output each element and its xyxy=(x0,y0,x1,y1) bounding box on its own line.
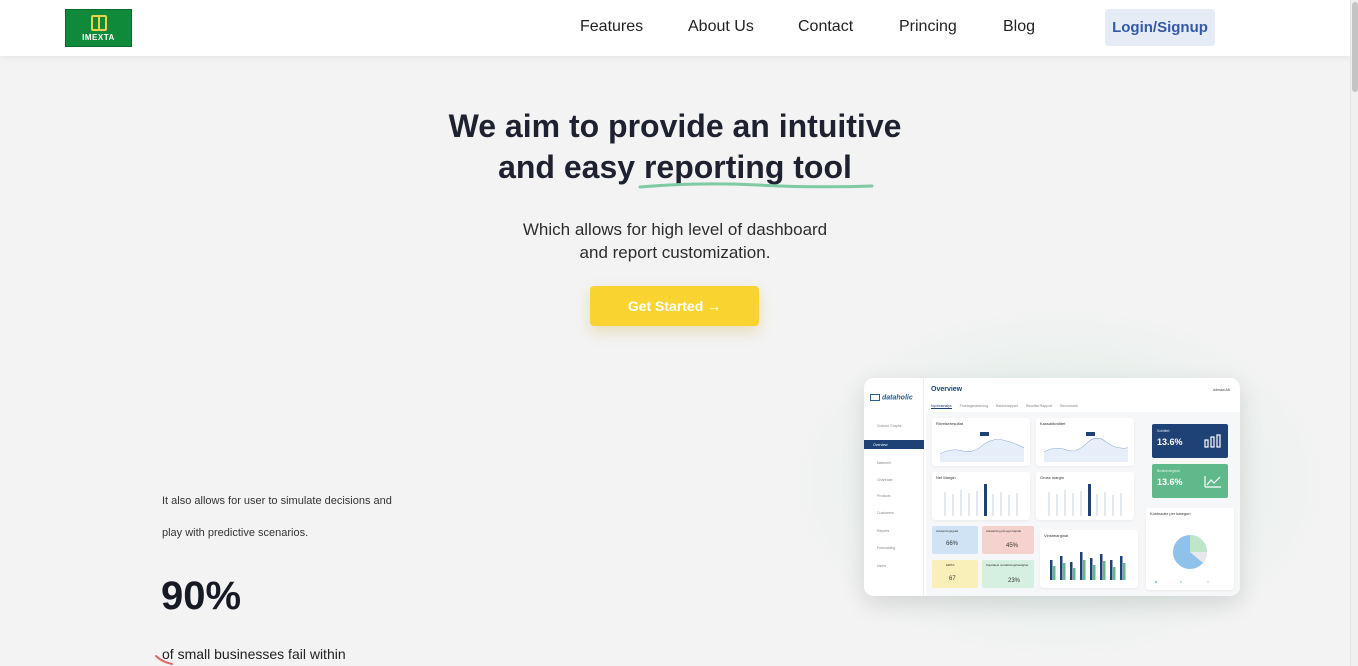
dash-tab-3: Balansrapport xyxy=(996,404,1018,408)
dash-tab-2: Företagsvärdering xyxy=(959,404,989,408)
dash-nav-chartrade: Chartrade xyxy=(877,477,893,482)
dash-nav-products: Products xyxy=(877,493,891,498)
hero-title-prefix: and easy xyxy=(498,149,644,185)
kpi-label: Bruttomarginal xyxy=(1157,469,1180,473)
kpi-value: 13.6% xyxy=(1157,437,1183,447)
nav-pricing[interactable]: Princing xyxy=(899,18,957,36)
kpi-value: 67 xyxy=(949,576,956,582)
dashboard-title: Overview xyxy=(931,386,963,393)
kpi-value: 23% xyxy=(1008,578,1021,584)
monitor-icon xyxy=(870,394,880,401)
hero-title-line2: and easy reporting tool xyxy=(0,147,1350,189)
card-net-margin: Net Margin xyxy=(932,472,1030,520)
dash-tab-1: Nyckelanalys xyxy=(931,404,952,409)
nav-about-us[interactable]: About Us xyxy=(688,18,754,36)
kpi-bruttomarginal: Bruttomarginal 13.6% xyxy=(1152,464,1228,498)
logo-text: IMEXTA xyxy=(82,32,115,42)
kpi-avkastning-eget-kapital: Avkastning på eget kapital 45% xyxy=(982,526,1034,554)
hero-title-highlight: reporting tool xyxy=(638,147,874,189)
page-scrollbar[interactable] xyxy=(1350,0,1358,666)
kpi-value: 66% xyxy=(946,541,959,547)
dash-nav-nationell: Nationell xyxy=(877,460,891,465)
dashboard-tabs: Nyckelanalys Företagsvärdering Balansrap… xyxy=(931,404,1078,409)
hero-title-line1: We aim to provide an intuitive xyxy=(448,108,902,144)
dashboard-brand: dataholic xyxy=(870,394,913,401)
card-title: Gross margin xyxy=(1040,475,1065,480)
kpi-label: Avkastningsgrad xyxy=(936,529,959,533)
kpi-soliditet: Soliditet 13.6% xyxy=(1152,424,1228,458)
dash-nav-customers: Customers xyxy=(877,510,894,515)
grouped-bar-chart-mini xyxy=(1050,552,1126,580)
card-title: Vinstmarginal xyxy=(1044,533,1069,538)
kpi-value: 13.6% xyxy=(1157,477,1183,487)
kpi-label: EBITA xyxy=(946,563,955,567)
site-header: IMEXTA Features About Us Contact Princin… xyxy=(0,0,1350,56)
stat-percentage: 90% xyxy=(161,574,242,618)
kpi-label: Kapitalets omsättningshastighet xyxy=(986,563,1029,567)
login-signup-button[interactable]: Login/Signup xyxy=(1105,9,1215,46)
kpi-ebita: EBITA 67 xyxy=(932,560,978,588)
kpi-label: Soliditet xyxy=(1157,429,1170,433)
dash-tab-4: Resultat Rapport xyxy=(1025,404,1053,408)
dash-nav-forecasting: Forecasting xyxy=(877,545,896,550)
kpi-value: 45% xyxy=(1006,543,1019,549)
dash-nav-users: Users xyxy=(877,563,887,568)
dashboard-brand-text: dataholic xyxy=(882,394,913,402)
card-kassalikviditet: Kassalikviditet xyxy=(1036,418,1134,466)
card-title: Kostnader per kategori xyxy=(1150,511,1191,516)
dashboard-sidebar: dataholic Custom Graphs Overview Natione… xyxy=(864,378,924,596)
scrollbar-thumb[interactable] xyxy=(1352,2,1358,92)
card-kostnader-per-kategori: Kostnader per kategori xyxy=(1146,508,1234,590)
stats-text-line2: play with predictive scenarios. xyxy=(162,527,309,539)
logo-emblem-icon xyxy=(90,14,107,31)
highlight-underline xyxy=(638,182,874,189)
nav-contact[interactable]: Contact xyxy=(798,18,853,36)
kpi-label: Avkastning på eget kapital xyxy=(986,529,1021,533)
dash-nav-overview: Overview xyxy=(864,440,924,449)
card-gross-margin: Gross margin xyxy=(1036,472,1134,520)
pie-chart-mini xyxy=(1154,535,1210,584)
get-started-button[interactable]: Get Started → xyxy=(590,286,759,326)
imexta-logo[interactable]: IMEXTA xyxy=(65,9,132,47)
bar-chart-icon xyxy=(1204,434,1221,448)
stats-text-line1: It also allows for user to simulate deci… xyxy=(162,495,392,507)
kpi-kapitalets-omsattning: Kapitalets omsättningshastighet 23% xyxy=(982,560,1034,588)
kpi-avkastningsgrad: Avkastningsgrad 66% xyxy=(932,526,978,554)
card-title: Kassalikviditet xyxy=(1040,421,1066,426)
card-vinstmarginal: Vinstmarginal xyxy=(1040,530,1138,588)
hero-subtitle-line2: and report customization. xyxy=(579,243,771,262)
card-title: Rörelseresultat xyxy=(936,421,963,426)
dashboard-company: Adessa AB xyxy=(1212,388,1230,392)
stat-caption: of small businesses fail within xyxy=(162,646,346,662)
card-rorelseresultat: Rörelseresultat xyxy=(932,418,1030,466)
dash-tab-5: Benchmark xyxy=(1060,404,1078,408)
dash-nav-custom-graphs: Custom Graphs xyxy=(877,423,902,428)
dash-nav-reports: Reports xyxy=(877,528,890,533)
dashboard-preview: dataholic Custom Graphs Overview Natione… xyxy=(864,378,1240,596)
dashboard-content: Rörelseresultat Kassalikviditet Net Marg… xyxy=(926,412,1240,596)
nav-features[interactable]: Features xyxy=(580,18,643,36)
card-title: Net Margin xyxy=(936,475,956,480)
hero-subtitle-line1: Which allows for high level of dashboard xyxy=(522,220,828,239)
area-chart-icon xyxy=(1204,476,1221,488)
nav-blog[interactable]: Blog xyxy=(1003,18,1035,36)
